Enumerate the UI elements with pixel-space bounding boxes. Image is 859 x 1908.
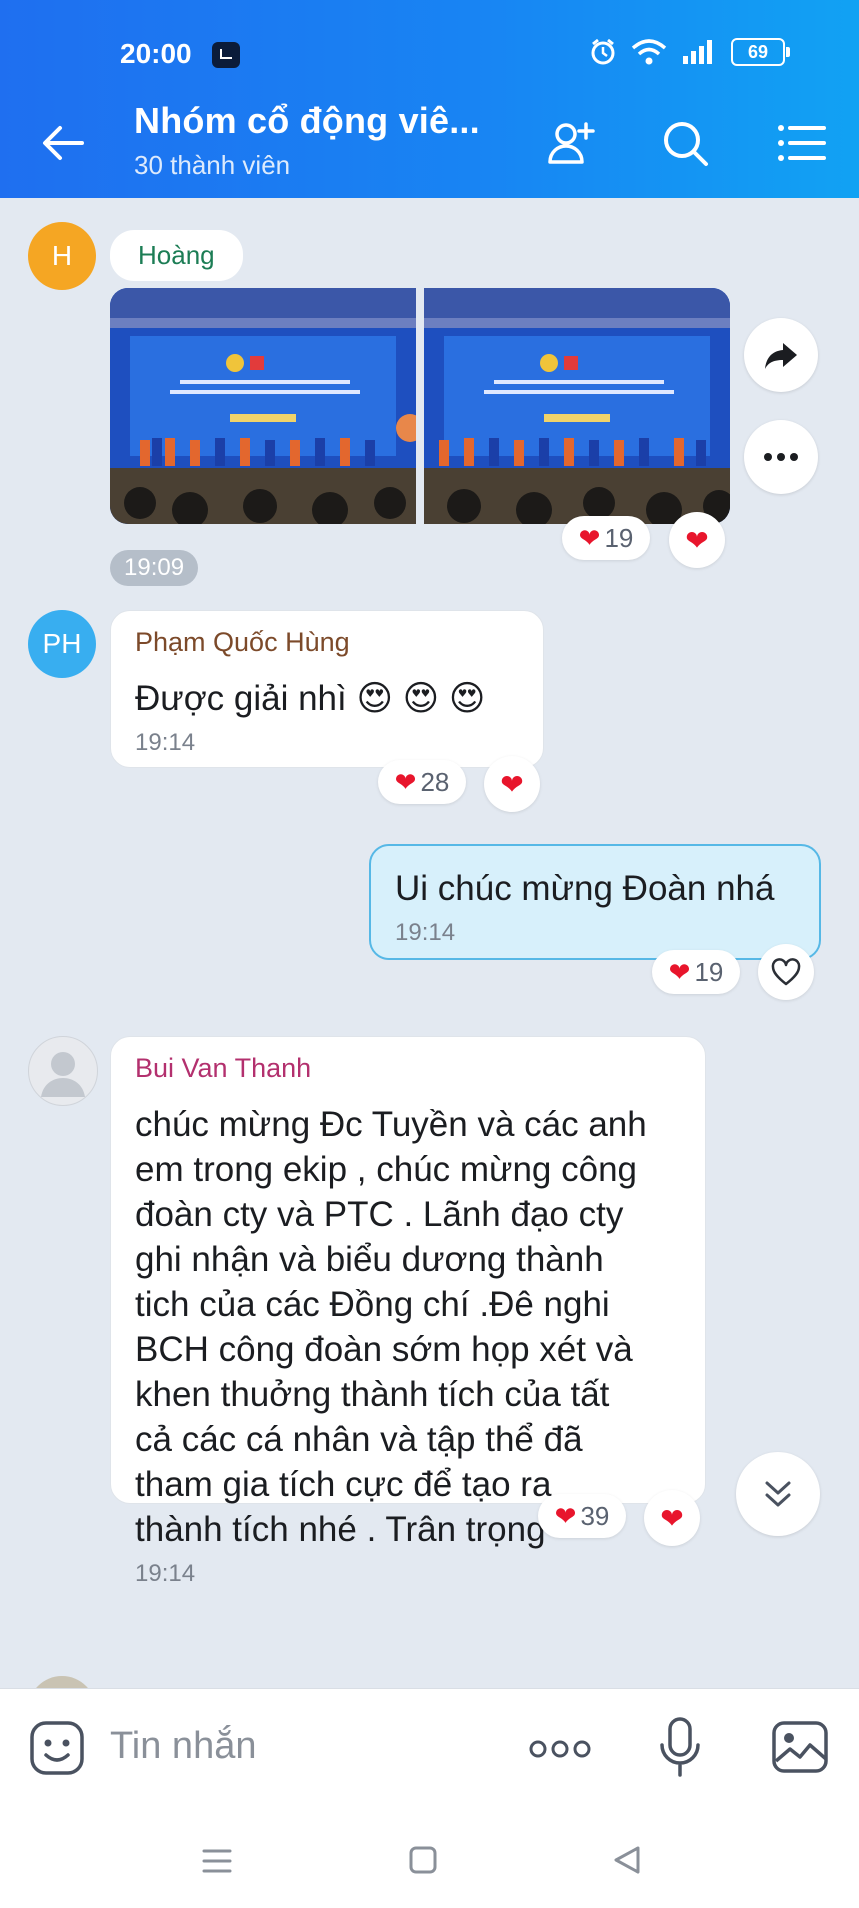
- message-line: BCH công đoàn sớm họp xét và: [135, 1330, 633, 1369]
- reaction-summary-hung[interactable]: ❤ 28: [378, 760, 466, 804]
- heart-reaction-icon: ❤: [394, 766, 417, 797]
- message-text: Được giải nhì 😍 😍 😍: [135, 679, 486, 718]
- system-navigation-bar: [0, 1808, 859, 1908]
- sticker-emoji-icon[interactable]: [28, 1719, 86, 1777]
- heart-reaction-icon: ❤: [554, 1500, 577, 1531]
- heart-reaction-icon: ❤: [668, 956, 691, 987]
- alarm-icon: [591, 38, 615, 65]
- search-icon[interactable]: [660, 118, 710, 168]
- back-arrow-icon[interactable]: [38, 118, 88, 168]
- home-icon[interactable]: [408, 1844, 438, 1876]
- message-bubble-hung[interactable]: Phạm Quốc Hùng Được giải nhì 😍 😍 😍 19:14: [110, 610, 544, 768]
- more-dots-icon: [764, 453, 798, 461]
- message-line: cả các cá nhân và tập thể đã: [135, 1420, 583, 1459]
- more-options-button[interactable]: [744, 420, 818, 494]
- recent-apps-icon[interactable]: [200, 1846, 234, 1876]
- avatar-bui-van-thanh[interactable]: [28, 1036, 98, 1106]
- microphone-icon[interactable]: [658, 1715, 702, 1779]
- message-bubble-thanh[interactable]: Bui Van Thanh chúc mừng Đc Tuyền và các …: [110, 1036, 706, 1587]
- app-header: 20:00 69 Nhóm cổ động viê... 30 thành vi…: [0, 0, 859, 198]
- sender-name[interactable]: Bui Van Thanh: [135, 1053, 705, 1084]
- avatar-hoang[interactable]: H: [28, 222, 96, 290]
- member-count[interactable]: 30 thành viên: [134, 150, 290, 181]
- message-line: em trong ekip , chúc mừng công: [135, 1150, 638, 1189]
- message-input-bar: Tin nhắn: [0, 1688, 859, 1809]
- group-title[interactable]: Nhóm cổ động viê...: [134, 100, 480, 142]
- heart-reaction-icon: ❤: [578, 522, 601, 553]
- back-triangle-icon[interactable]: [610, 1844, 644, 1876]
- avatar-next-sender[interactable]: [28, 1676, 96, 1688]
- reaction-summary-thanh[interactable]: ❤ 39: [538, 1494, 626, 1538]
- battery-indicator: 69: [731, 38, 790, 66]
- message-bubble-mine[interactable]: Ui chúc mừng Đoàn nhá 19:14: [369, 844, 821, 960]
- sender-name-hoang[interactable]: Hoàng: [110, 230, 243, 281]
- message-line: chúc mừng Đc Tuyền và các anh: [135, 1105, 647, 1144]
- signal-icon: [683, 40, 712, 64]
- message-line: ghi nhận và biểu dương thành: [135, 1240, 604, 1279]
- message-time: 19:14: [135, 729, 196, 756]
- status-icons: 69: [589, 38, 790, 66]
- heart-outline-icon: [771, 958, 801, 986]
- message-text: chúc mừng Đc Tuyền và các anh em trong e…: [135, 1102, 705, 1552]
- event-stage-image: [110, 288, 416, 524]
- chat-area[interactable]: H Hoàng ❤ 19 ❤ 19:09 PH Phạm Quốc Hùng Đ…: [0, 198, 859, 1688]
- reaction-summary-hoang[interactable]: ❤ 19: [562, 516, 650, 560]
- message-time: 19:14: [395, 919, 456, 946]
- heart-react-button[interactable]: ❤: [669, 512, 725, 568]
- double-chevron-down-icon: [765, 1481, 791, 1507]
- app-notification-icon: [212, 42, 240, 68]
- message-input[interactable]: Tin nhắn: [110, 1725, 256, 1768]
- image-gallery-icon[interactable]: [770, 1719, 830, 1775]
- heart-react-button[interactable]: ❤: [644, 1490, 700, 1546]
- scroll-to-bottom-button[interactable]: [736, 1452, 820, 1536]
- message-time: 19:14: [135, 1560, 196, 1587]
- message-line: khen thuởng thành tích của tất: [135, 1375, 610, 1414]
- message-time-hoang: 19:09: [110, 550, 199, 586]
- heart-icon: ❤: [660, 1502, 684, 1534]
- wifi-icon: [631, 39, 667, 65]
- sender-name[interactable]: Phạm Quốc Hùng: [135, 627, 543, 658]
- heart-react-button[interactable]: ❤: [484, 756, 540, 812]
- shared-photo-2[interactable]: [424, 288, 730, 524]
- heart-icon: ❤: [685, 524, 709, 556]
- more-actions-icon[interactable]: [528, 1739, 592, 1759]
- share-arrow-icon: [765, 343, 797, 369]
- share-button[interactable]: [744, 318, 818, 392]
- menu-list-icon[interactable]: [776, 118, 826, 168]
- add-member-icon[interactable]: [546, 118, 596, 168]
- heart-outline-react-button[interactable]: [758, 944, 814, 1000]
- reaction-summary-mine[interactable]: ❤ 19: [652, 950, 740, 994]
- status-time: 20:00: [120, 38, 192, 69]
- heart-icon: ❤: [500, 768, 524, 800]
- default-user-icon: [41, 1052, 85, 1097]
- message-line: tich của các Đồng chí .Đê nghi: [135, 1285, 610, 1324]
- event-stage-image: [424, 288, 730, 524]
- message-text: Ui chúc mừng Đoàn nhá: [395, 869, 775, 908]
- message-line: đoàn cty và PTC . Lãnh đạo cty: [135, 1195, 624, 1234]
- avatar-pham-quoc-hung[interactable]: PH: [28, 610, 96, 678]
- shared-photo-1[interactable]: [110, 288, 416, 524]
